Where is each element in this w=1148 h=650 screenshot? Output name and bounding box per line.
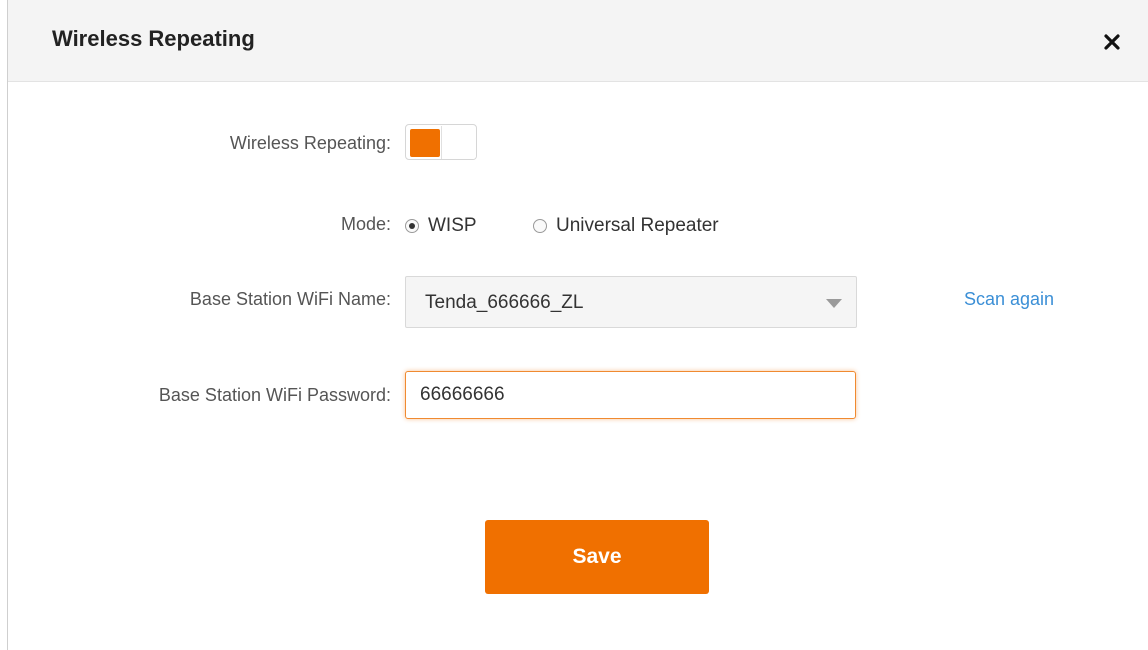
wireless-repeating-dialog: Wireless Repeating Wireless Repeating: M… [7,0,1148,650]
radio-unchecked-icon [533,219,547,233]
dialog-header: Wireless Repeating [8,0,1148,82]
wireless-repeating-label: Wireless Repeating: [229,133,391,153]
base-station-password-label: Base Station WiFi Password: [158,385,391,405]
mode-option-universal-repeater-label: Universal Repeater [556,215,719,236]
dialog-title: Wireless Repeating [52,26,255,51]
base-station-name-select[interactable]: Tenda_666666_ZL [405,276,857,328]
mode-radio-wisp[interactable]: WISP [405,215,477,237]
wireless-repeating-toggle[interactable] [405,124,477,160]
close-icon[interactable] [1098,28,1126,56]
toggle-on-indicator [410,129,440,157]
radio-checked-icon [405,219,419,233]
base-station-password-input[interactable] [405,371,856,419]
chevron-down-icon [826,299,842,308]
toggle-knob [441,126,476,159]
mode-label: Mode: [340,214,391,234]
save-button[interactable]: Save [485,520,709,594]
mode-radio-universal-repeater[interactable]: Universal Repeater [533,215,719,237]
base-station-name-value: Tenda_666666_ZL [425,292,584,313]
scan-again-link[interactable]: Scan again [964,289,1054,310]
mode-option-wisp-label: WISP [428,215,477,236]
base-station-name-label: Base Station WiFi Name: [189,289,391,309]
